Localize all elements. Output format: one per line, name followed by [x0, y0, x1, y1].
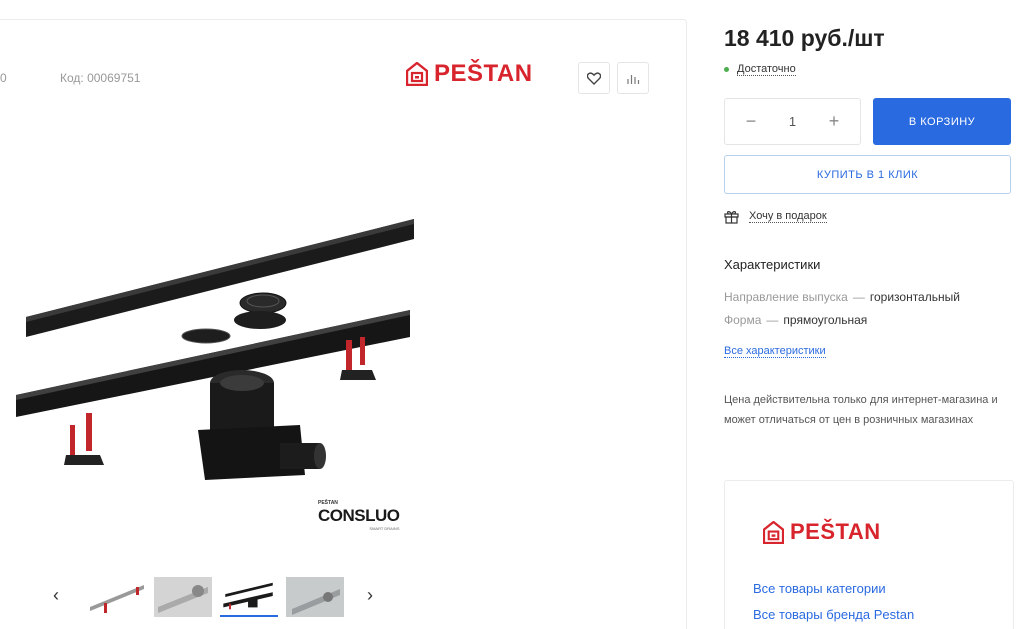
bar-chart-icon [627, 74, 640, 84]
gallery-thumb[interactable] [220, 577, 278, 617]
characteristic-value: прямоугольная [783, 313, 868, 327]
gallery-thumb[interactable] [154, 577, 212, 617]
gift-icon [724, 211, 739, 224]
house-icon [406, 62, 428, 86]
product-code: Код: 00069751 [60, 71, 141, 85]
consluo-badge-title: CONSLUO [318, 506, 400, 525]
brand-products-link[interactable]: Все товары бренда Pestan [753, 607, 914, 622]
characteristics-title: Характеристики [724, 257, 821, 272]
all-characteristics-link[interactable]: Все характеристики [724, 345, 826, 358]
consluo-badge-sub: SMART DRAINS [369, 526, 400, 531]
quantity-minus-button[interactable]: − [741, 111, 761, 132]
brand-logo-text: PEŠTAN [434, 60, 533, 87]
gift-link[interactable]: Хочу в подарок [724, 209, 827, 224]
product-image[interactable] [10, 125, 430, 545]
characteristic-separator: — [766, 313, 779, 327]
heart-icon [587, 71, 601, 85]
brand-box-logo[interactable]: PEŠTAN [763, 519, 881, 545]
brand-logo[interactable]: PEŠTAN [406, 60, 533, 88]
gallery-thumb[interactable] [88, 577, 146, 617]
compare-button[interactable] [617, 62, 649, 94]
characteristic-key: Форма [724, 313, 762, 327]
gift-label: Хочу в подарок [749, 210, 827, 223]
price-note: Цена действительна только для интернет-м… [724, 394, 998, 426]
quantity-plus-button[interactable]: + [824, 111, 844, 132]
gallery-thumb[interactable] [286, 577, 344, 617]
characteristic-row: Направление выпуска — горизонтальный [724, 290, 960, 304]
category-products-link[interactable]: Все товары категории [753, 581, 886, 596]
quantity-value[interactable]: 1 [789, 114, 796, 129]
article-number: 0 [0, 71, 7, 85]
stock-status: Достаточно [724, 63, 796, 76]
house-icon [763, 520, 784, 544]
gallery-prev-button[interactable]: ‹ [53, 585, 59, 606]
add-to-cart-button[interactable]: В КОРЗИНУ [873, 98, 1011, 145]
brand-box-logo-text: PEŠTAN [790, 519, 881, 544]
consluo-badge: PEŠTAN CONSLUO SMART DRAINS [318, 500, 400, 531]
characteristic-key: Направление выпуска [724, 290, 848, 304]
favorite-button[interactable] [578, 62, 610, 94]
characteristic-separator: — [852, 290, 865, 304]
stock-dot-icon [724, 67, 729, 72]
brand-box: PEŠTAN Все товары категории Все товары б… [724, 480, 1014, 629]
characteristic-row: Форма — прямоугольная [724, 313, 867, 327]
product-price: 18 410 руб./шт [724, 25, 885, 51]
stock-label[interactable]: Достаточно [737, 63, 796, 76]
buy-one-click-button[interactable]: КУПИТЬ В 1 КЛИК [724, 155, 1011, 194]
characteristic-value: горизонтальный [869, 290, 960, 304]
gallery-next-button[interactable]: › [367, 585, 373, 606]
quantity-stepper[interactable]: − 1 + [724, 98, 861, 145]
